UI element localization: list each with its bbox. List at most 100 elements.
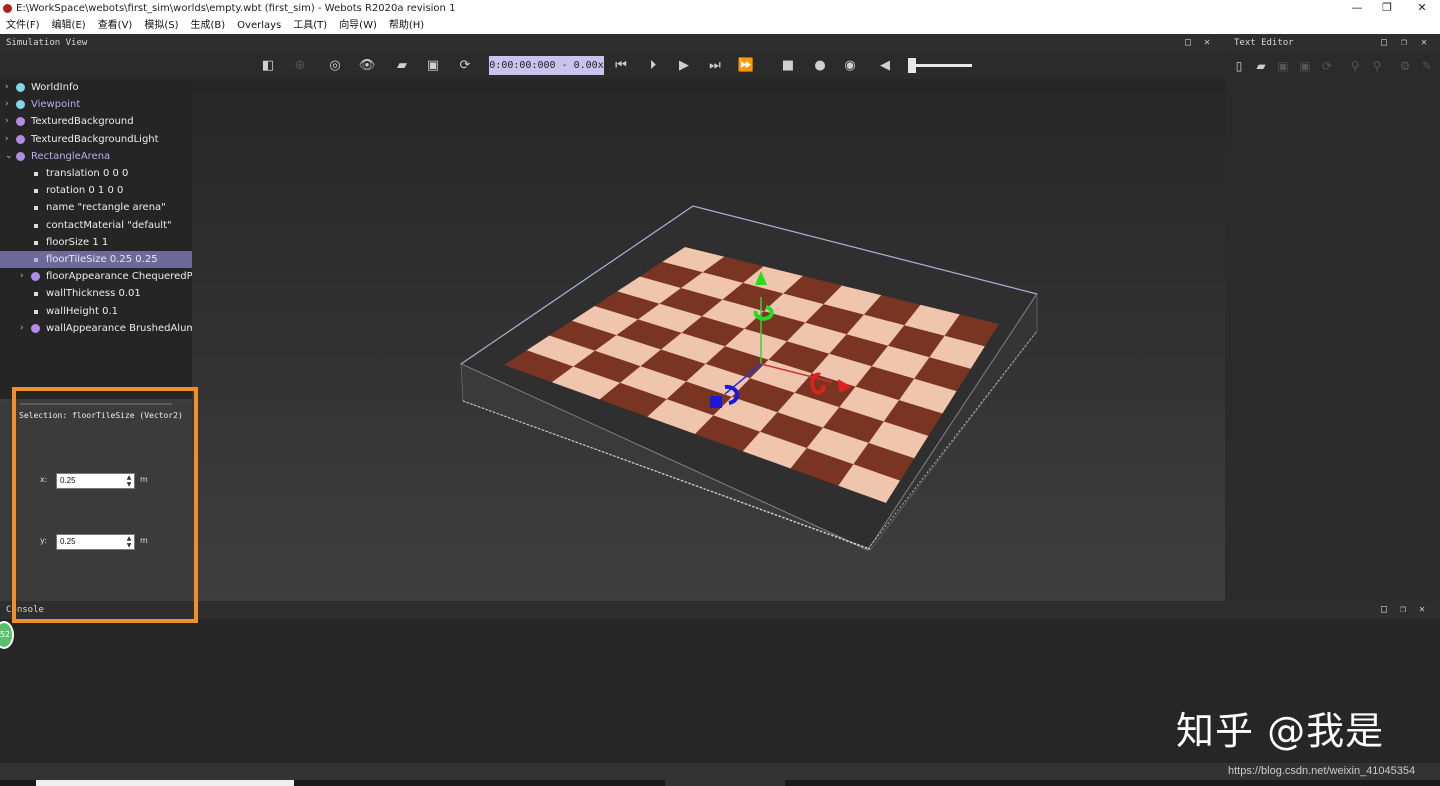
taskbar-app-1[interactable] bbox=[36, 780, 294, 786]
expand-arrow-icon[interactable]: › bbox=[5, 131, 15, 148]
menu-tools[interactable]: 工具(T) bbox=[293, 18, 327, 34]
stop-recording-icon[interactable]: ■ bbox=[778, 56, 798, 76]
node-dot-icon bbox=[31, 272, 40, 282]
arena-render bbox=[459, 205, 1038, 551]
simulation-view-header: Simulation View □ ✕ bbox=[0, 34, 1225, 52]
run-fast-icon[interactable]: ⏭ bbox=[705, 56, 725, 76]
console-float-button[interactable]: □ bbox=[1381, 601, 1387, 619]
console-header: Console □ ❐ ✕ bbox=[0, 601, 1440, 619]
orange-highlight-box bbox=[12, 387, 198, 623]
text-editor-close-button[interactable]: ✕ bbox=[1421, 34, 1427, 52]
scene-tree-item[interactable]: › TexturedBackground bbox=[0, 113, 192, 130]
menu-simulation[interactable]: 模拟(S) bbox=[144, 18, 178, 34]
menu-overlays[interactable]: Overlays bbox=[237, 18, 281, 34]
menu-view[interactable]: 查看(V) bbox=[98, 18, 133, 34]
scene-tree-item[interactable]: translation 0 0 0 bbox=[0, 165, 192, 182]
translate-z-handle[interactable] bbox=[710, 396, 722, 408]
step-icon[interactable]: ⏵ bbox=[643, 56, 663, 76]
expand-arrow-icon[interactable]: › bbox=[5, 79, 15, 96]
volume-slider[interactable] bbox=[910, 64, 972, 67]
close-window-button[interactable]: ✕ bbox=[1405, 0, 1439, 18]
maximize-button[interactable]: ❐ bbox=[1370, 0, 1404, 18]
reload-world-icon[interactable]: ⟳ bbox=[455, 56, 475, 76]
field-bullet-icon bbox=[34, 309, 38, 314]
scene-tree-label: translation 0 0 0 bbox=[46, 168, 129, 179]
field-bullet-icon bbox=[34, 172, 38, 176]
save-as-icon[interactable]: ▣ bbox=[1296, 56, 1314, 76]
save-file-icon[interactable]: ▣ bbox=[1274, 56, 1292, 76]
os-taskbar bbox=[0, 780, 1440, 786]
menu-edit[interactable]: 编辑(E) bbox=[52, 18, 86, 34]
record-movie-icon[interactable]: ● bbox=[810, 56, 830, 76]
scene-tree-label: wallHeight 0.1 bbox=[46, 305, 119, 317]
node-dot-icon bbox=[31, 323, 40, 333]
taskbar-app-2[interactable] bbox=[665, 780, 785, 786]
menu-wizards[interactable]: 向导(W) bbox=[339, 18, 377, 34]
scene-tree-item[interactable]: floorTileSize 0.25 0.25 bbox=[0, 251, 192, 268]
scene-tree-item[interactable]: › TexturedBackgroundLight bbox=[0, 131, 192, 148]
scene-tree-item[interactable]: › wallAppearance BrushedAluminium bbox=[0, 320, 192, 337]
webots-window: { "window": { "title": "E:\\WorkSpace\\w… bbox=[0, 0, 1440, 786]
console-restore-button[interactable]: ❐ bbox=[1400, 601, 1406, 619]
console-close-button[interactable]: ✕ bbox=[1419, 601, 1425, 619]
open-file-icon[interactable]: ▰ bbox=[1252, 56, 1270, 76]
field-bullet-icon bbox=[34, 240, 38, 245]
toggle-scene-tree-icon[interactable]: ◧ bbox=[258, 56, 278, 76]
add-node-icon[interactable]: ⊕ bbox=[290, 56, 310, 76]
find-icon[interactable]: ⚲ bbox=[1346, 56, 1364, 76]
menu-file[interactable]: 文件(F) bbox=[6, 18, 40, 34]
new-file-icon[interactable]: ▯ bbox=[1230, 56, 1248, 76]
mute-speaker-icon[interactable]: ◀ bbox=[875, 56, 895, 76]
scene-tree-item[interactable]: floorSize 1 1 bbox=[0, 234, 192, 251]
run-realtime-icon[interactable]: ▶ bbox=[674, 56, 694, 76]
scene-tree-item[interactable]: contactMaterial "default" bbox=[0, 217, 192, 234]
view-eye-icon[interactable]: 👁 bbox=[357, 56, 377, 76]
expand-arrow-icon[interactable]: › bbox=[5, 96, 15, 113]
open-world-icon[interactable]: ▰ bbox=[392, 56, 412, 76]
field-bullet-icon bbox=[34, 292, 38, 297]
save-world-icon[interactable]: ▣ bbox=[423, 56, 443, 76]
expand-arrow-icon[interactable]: › bbox=[5, 113, 15, 130]
revert-icon[interactable]: ⟳ bbox=[1318, 56, 1336, 76]
volume-slider-handle[interactable] bbox=[908, 58, 916, 73]
3d-viewport[interactable] bbox=[192, 79, 1225, 601]
scene-tree-item[interactable]: › WorldInfo bbox=[0, 79, 192, 96]
text-editor-body[interactable] bbox=[1226, 79, 1440, 601]
scene-tree-label: rotation 0 1 0 0 bbox=[46, 185, 124, 197]
menu-help[interactable]: 帮助(H) bbox=[389, 18, 424, 34]
expand-arrow-icon[interactable]: ⌄ bbox=[5, 148, 15, 165]
window-title: E:\WorkSpace\webots\first_sim\worlds\emp… bbox=[16, 3, 456, 14]
minimize-button[interactable]: — bbox=[1340, 0, 1374, 18]
node-dot-icon bbox=[16, 117, 25, 127]
scene-tree-label: Viewpoint bbox=[31, 99, 81, 111]
simulation-view-title: Simulation View bbox=[6, 38, 88, 48]
scene-tree-item[interactable]: › floorAppearance ChequeredParquetry bbox=[0, 268, 192, 285]
scene-tree-item[interactable]: wallThickness 0.01 bbox=[0, 285, 192, 302]
replace-icon[interactable]: ⚲ bbox=[1368, 56, 1386, 76]
scene-tree-label: floorTileSize 0.25 0.25 bbox=[46, 254, 158, 265]
sim-view-float-button[interactable]: □ bbox=[1185, 34, 1191, 52]
text-editor-header: Text Editor □ ❐ ✕ bbox=[1226, 34, 1440, 52]
menu-build[interactable]: 生成(B) bbox=[191, 18, 226, 34]
clean-icon[interactable]: ✎ bbox=[1418, 56, 1436, 76]
scene-tree-label: wallAppearance BrushedAluminium bbox=[46, 322, 192, 334]
scene-tree-item[interactable]: › Viewpoint bbox=[0, 96, 192, 113]
expand-arrow-icon[interactable]: › bbox=[20, 320, 30, 337]
expand-arrow-icon[interactable]: › bbox=[20, 268, 30, 285]
text-editor-restore-button[interactable]: ❐ bbox=[1401, 34, 1407, 52]
reset-simulation-icon[interactable]: ⏮ bbox=[611, 56, 631, 76]
scene-tree-item[interactable]: name "rectangle arena" bbox=[0, 199, 192, 216]
text-editor-toolbar: ▯ ▰ ▣ ▣ ⟳ ⚲ ⚲ ⚙ ✎ bbox=[1226, 52, 1440, 79]
scene-tree-item[interactable]: rotation 0 1 0 0 bbox=[0, 182, 192, 199]
screenshot-camera-icon[interactable]: ◉ bbox=[840, 56, 860, 76]
text-editor-float-button[interactable]: □ bbox=[1381, 34, 1387, 52]
text-editor-title: Text Editor bbox=[1234, 38, 1294, 48]
field-bullet-icon bbox=[34, 206, 38, 211]
build-gear-icon[interactable]: ⚙ bbox=[1396, 56, 1414, 76]
scene-tree-item[interactable]: wallHeight 0.1 bbox=[0, 303, 192, 320]
sim-view-close-button[interactable]: ✕ bbox=[1204, 34, 1210, 52]
scene-tree-item[interactable]: ⌄ RectangleArena bbox=[0, 148, 192, 165]
scene-tree-label: WorldInfo bbox=[31, 82, 79, 93]
run-fastest-icon[interactable]: ⏩ bbox=[736, 56, 756, 76]
reset-viewpoint-icon[interactable]: ◎ bbox=[325, 56, 345, 76]
